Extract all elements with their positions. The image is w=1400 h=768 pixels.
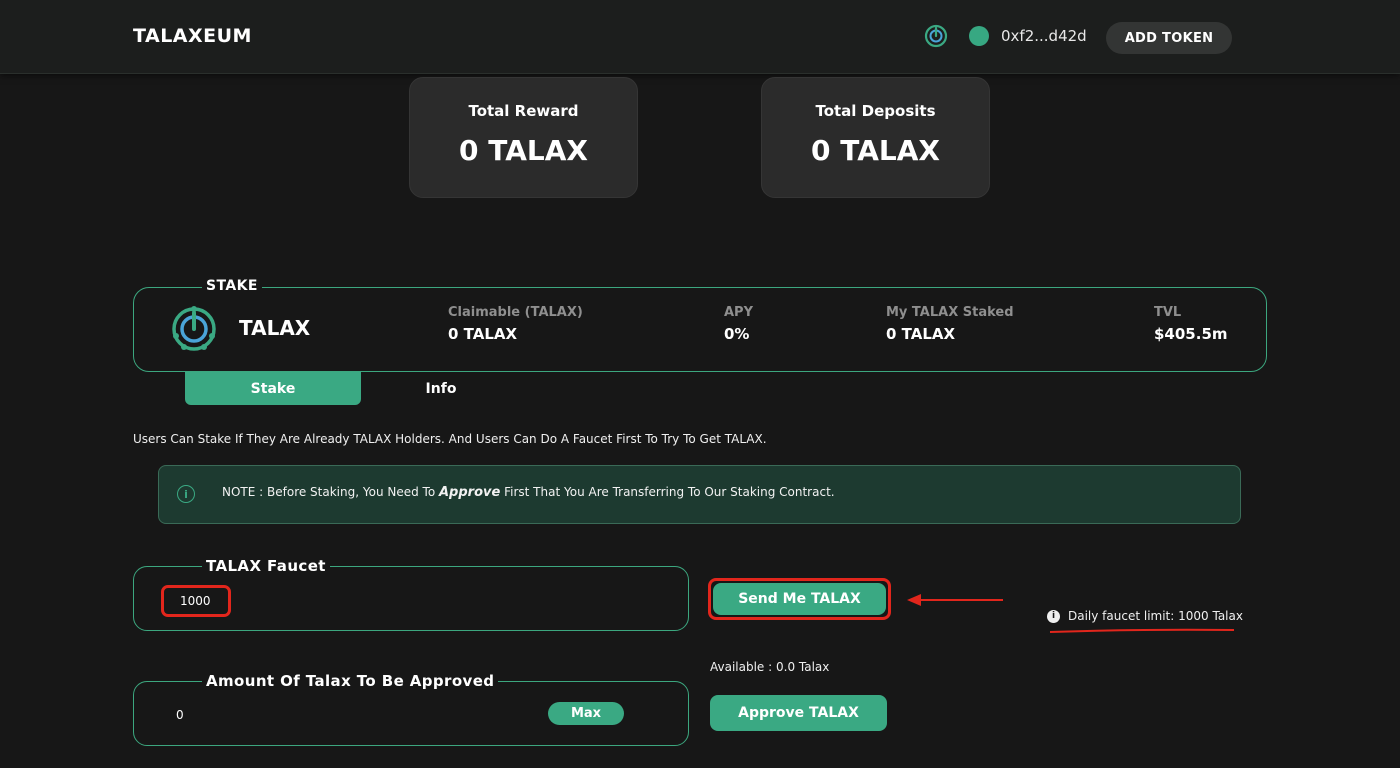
max-button[interactable]: Max	[548, 702, 624, 725]
claimable-metric: Claimable (TALAX) 0 TALAX	[448, 305, 583, 343]
total-deposits-card: Total Deposits 0 TALAX	[761, 77, 990, 198]
brand-logo-text[interactable]: TALAXEUM	[133, 25, 252, 47]
stake-panel: STAKE TALAX Claimable (TALAX) 0 TALAX AP…	[133, 278, 1267, 372]
faucet-legend: TALAX Faucet	[202, 557, 330, 575]
approve-amount-input[interactable]	[176, 704, 476, 726]
limit-underline	[1049, 628, 1235, 633]
note-text: NOTE : Before Staking, You Need To Appro…	[222, 485, 835, 500]
tvl-metric: TVL $405.5m	[1154, 305, 1228, 343]
arrow-left-icon	[907, 594, 1003, 606]
network-status-icon	[969, 26, 989, 46]
info-icon: i	[177, 485, 195, 503]
total-deposits-label: Total Deposits	[815, 102, 936, 120]
note-suffix: First That You Are Transferring To Our S…	[500, 485, 835, 499]
wallet-address[interactable]: 0xf2...d42d	[1001, 27, 1087, 45]
approve-fieldset: Amount Of Talax To Be Approved Max	[133, 672, 689, 746]
metric-label: My TALAX Staked	[886, 305, 1014, 320]
total-deposits-value: 0 TALAX	[811, 134, 940, 167]
available-balance: Available : 0.0 Talax	[710, 660, 830, 674]
talax-logo-icon	[924, 24, 948, 48]
metric-label: APY	[724, 305, 754, 320]
faucet-amount-input[interactable]	[161, 585, 231, 617]
send-me-talax-button[interactable]: Send Me TALAX	[713, 583, 886, 615]
apy-metric: APY 0%	[724, 305, 753, 343]
faucet-limit-text: Daily faucet limit: 1000 Talax	[1068, 609, 1243, 623]
top-navbar: TALAXEUM 0xf2...d42d ADD TOKEN	[0, 0, 1400, 74]
my-staked-metric: My TALAX Staked 0 TALAX	[886, 305, 1014, 343]
approve-legend: Amount Of Talax To Be Approved	[202, 672, 499, 690]
total-reward-value: 0 TALAX	[459, 134, 588, 167]
total-reward-label: Total Reward	[468, 102, 579, 120]
tab-stake[interactable]: Stake	[185, 372, 361, 405]
metric-value: 0%	[724, 325, 750, 343]
stake-description: Users Can Stake If They Are Already TALA…	[133, 432, 767, 446]
faucet-fieldset: TALAX Faucet	[133, 557, 689, 631]
add-token-button[interactable]: ADD TOKEN	[1106, 22, 1232, 54]
approve-talax-button[interactable]: Approve TALAX	[710, 695, 887, 731]
talax-logo-icon	[172, 306, 216, 351]
note-banner: i NOTE : Before Staking, You Need To App…	[158, 465, 1241, 524]
stake-legend: STAKE	[202, 278, 262, 294]
note-emphasis: Approve	[438, 485, 501, 500]
metric-value: 0 TALAX	[886, 325, 956, 343]
total-reward-card: Total Reward 0 TALAX	[409, 77, 638, 198]
tab-info[interactable]: Info	[376, 372, 506, 405]
faucet-limit-note: i Daily faucet limit: 1000 Talax	[1047, 609, 1243, 623]
metric-value: $405.5m	[1154, 325, 1228, 343]
metric-label: TVL	[1154, 305, 1182, 320]
note-prefix: NOTE : Before Staking, You Need To	[222, 485, 439, 499]
metric-label: Claimable (TALAX)	[448, 305, 583, 320]
metric-value: 0 TALAX	[448, 325, 518, 343]
info-icon: i	[1047, 609, 1060, 623]
token-name: TALAX	[239, 316, 311, 340]
